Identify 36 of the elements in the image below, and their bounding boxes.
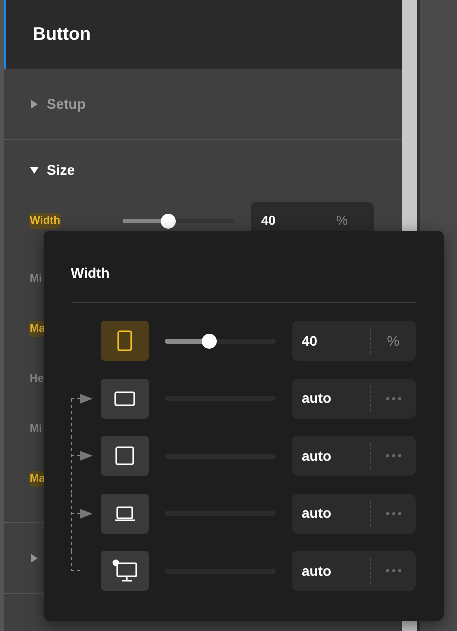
laptop-icon	[114, 506, 136, 522]
device-button[interactable]	[101, 494, 149, 534]
tablet-icon	[117, 330, 133, 352]
section-title[interactable]: Size	[47, 160, 76, 180]
slider-thumb[interactable]	[160, 214, 176, 228]
unit-label: %	[336, 212, 348, 230]
collapse-caret-icon[interactable]	[30, 166, 39, 174]
panel-title: Button	[33, 23, 91, 46]
more-icon[interactable]	[386, 512, 402, 516]
device-button[interactable]	[101, 551, 149, 591]
tablet-icon	[114, 390, 136, 406]
property-label: Mi	[29, 272, 44, 287]
unit-label: %	[387, 332, 400, 350]
value-field[interactable]: auto	[292, 494, 416, 534]
more-icon[interactable]	[386, 454, 402, 458]
property-label: Width	[29, 212, 62, 230]
property-label: He	[29, 372, 46, 387]
device-button[interactable]	[101, 321, 149, 361]
more-icon[interactable]	[386, 396, 402, 400]
expand-caret-icon[interactable]	[30, 100, 39, 108]
expand-caret-icon[interactable]	[30, 554, 39, 562]
desktop-icon	[112, 559, 138, 583]
popover-title: Width	[71, 263, 417, 303]
device-button[interactable]	[101, 436, 149, 476]
value-field[interactable]: auto	[292, 551, 416, 591]
slider-thumb[interactable]	[202, 334, 218, 348]
value-field[interactable]: 40 %	[292, 321, 416, 361]
square-icon	[115, 446, 135, 466]
more-icon[interactable]	[386, 569, 402, 573]
slider[interactable]	[123, 214, 234, 228]
value-field[interactable]: auto	[292, 436, 416, 476]
value-field[interactable]: auto	[292, 378, 416, 418]
property-label: Mi	[29, 422, 44, 437]
device-button[interactable]	[101, 378, 149, 418]
section-title[interactable]: Setup	[47, 94, 86, 114]
slider[interactable]	[165, 334, 276, 348]
